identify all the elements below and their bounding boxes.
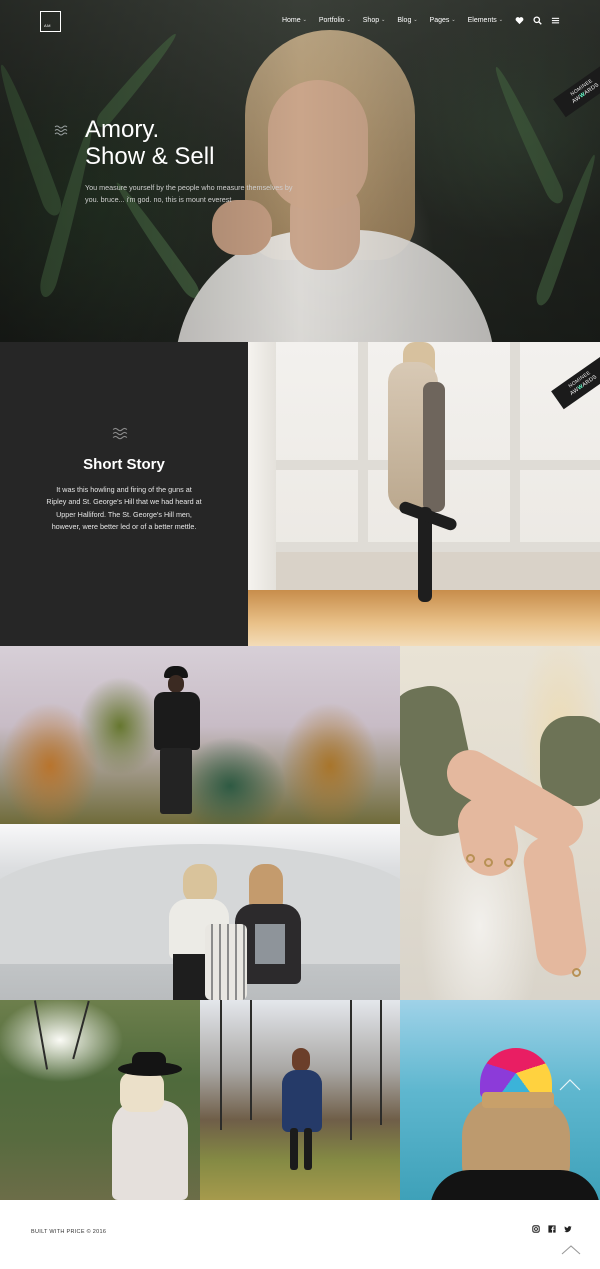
model-top xyxy=(255,924,285,964)
story-title: Short Story xyxy=(83,456,165,473)
chevron-down-icon: ⌄ xyxy=(346,17,351,23)
tree-branch xyxy=(72,1000,90,1060)
awwwards-nominee-badge[interactable]: NOMINEE AWWARDS xyxy=(551,356,600,410)
model-sweater xyxy=(112,1100,188,1200)
site-logo[interactable]: AM xyxy=(40,11,61,32)
floral-cap xyxy=(480,1048,552,1098)
nav-item-shop[interactable]: Shop ⌄ xyxy=(363,17,386,24)
logo-text: AM xyxy=(44,23,51,28)
nav-item-elements[interactable]: Elements ⌄ xyxy=(468,17,503,24)
portfolio-tile-woods-walk[interactable] xyxy=(200,1000,400,1200)
twitter-icon[interactable] xyxy=(564,1225,572,1233)
nav-label: Pages xyxy=(429,16,450,24)
nav-label: Elements xyxy=(467,16,497,24)
hero-section: AM Home ⌄ Portfolio ⌄ Shop ⌄ Blog ⌄ Pages ⌄ E… xyxy=(0,0,600,342)
chevron-down-icon: ⌄ xyxy=(381,17,386,23)
nav-label: Shop xyxy=(362,16,380,24)
nav-item-blog[interactable]: Blog ⌄ xyxy=(397,17,417,24)
menu-icon[interactable] xyxy=(551,16,560,25)
site-footer: BUILT WITH PRICE © 2016 xyxy=(0,1200,600,1269)
copyright-text: BUILT WITH PRICE © 2016 xyxy=(31,1229,107,1235)
hero-title-line1: Amory. xyxy=(85,116,160,143)
short-story-block: Short Story It was this howling and firi… xyxy=(0,342,248,646)
window-sill xyxy=(276,552,600,592)
hero-overlay xyxy=(0,0,600,342)
tree-trunk xyxy=(380,1000,382,1125)
tree-trunk xyxy=(220,1000,222,1130)
window-frame xyxy=(276,542,600,552)
model-head xyxy=(168,675,184,693)
chevron-down-icon: ⌄ xyxy=(451,17,456,23)
portfolio-tile-snow-friends[interactable] xyxy=(0,824,400,1000)
window-frame xyxy=(358,342,368,552)
model-shoulders xyxy=(430,1170,600,1200)
nav-label: Home xyxy=(281,16,301,24)
ring xyxy=(572,968,581,977)
model-cardigan xyxy=(423,382,445,512)
cap-brim xyxy=(482,1092,554,1108)
wave-icon xyxy=(112,427,128,440)
heart-icon[interactable] xyxy=(515,16,524,25)
curtain xyxy=(248,342,276,594)
model-leg xyxy=(290,1128,298,1170)
tree-trunk xyxy=(250,1000,252,1120)
window-photo[interactable]: NOMINEE AWWARDS xyxy=(248,342,600,646)
chevron-down-icon: ⌄ xyxy=(302,17,307,23)
model-hat-crown xyxy=(132,1052,166,1070)
wave-icon xyxy=(54,125,68,136)
portfolio-tile-hat-girl[interactable] xyxy=(0,1000,200,1200)
plaid-blanket xyxy=(205,924,247,1000)
model-jacket xyxy=(154,692,200,750)
ring xyxy=(484,858,493,867)
window-frame xyxy=(510,342,520,552)
facebook-icon[interactable] xyxy=(548,1225,556,1233)
story-text: It was this howling and firing of the gu… xyxy=(46,485,202,532)
hero-text: You measure yourself by the people who m… xyxy=(85,183,293,204)
portfolio-tile-hands-rings[interactable] xyxy=(400,646,600,1000)
nav-label: Blog xyxy=(397,16,412,24)
search-icon[interactable] xyxy=(533,15,542,25)
chevron-up-icon[interactable] xyxy=(558,1078,582,1092)
tree-branch xyxy=(33,1000,49,1070)
ring xyxy=(504,858,513,867)
main-nav: Home ⌄ Portfolio ⌄ Shop ⌄ Blog ⌄ Pages ⌄ Elem… xyxy=(282,0,600,40)
nav-item-home[interactable]: Home ⌄ xyxy=(282,17,307,24)
model-head xyxy=(292,1048,310,1072)
nav-item-portfolio[interactable]: Portfolio ⌄ xyxy=(319,17,351,24)
hero-title-line2: Show & Sell xyxy=(85,143,215,170)
model-legs xyxy=(160,748,192,814)
instagram-icon[interactable] xyxy=(532,1225,540,1233)
model-hair xyxy=(183,864,217,904)
model-leg xyxy=(304,1128,312,1170)
chevron-down-icon: ⌄ xyxy=(413,17,418,23)
chevron-down-icon: ⌄ xyxy=(498,17,503,23)
hero-title: Amory. Show & Sell xyxy=(85,116,214,170)
social-links xyxy=(524,1225,572,1233)
tree-trunk xyxy=(350,1000,352,1140)
nav-item-pages[interactable]: Pages ⌄ xyxy=(430,17,456,24)
portfolio-tile-cap-girl[interactable] xyxy=(400,1000,600,1200)
model-arm xyxy=(520,833,590,979)
nav-label: Portfolio xyxy=(318,16,345,24)
model-coat xyxy=(282,1070,322,1132)
portfolio-tile-forest-man[interactable] xyxy=(0,646,400,824)
model-hair xyxy=(120,1072,164,1112)
chevron-up-icon[interactable] xyxy=(560,1244,582,1256)
ring xyxy=(466,854,475,863)
model-figure xyxy=(150,666,202,816)
